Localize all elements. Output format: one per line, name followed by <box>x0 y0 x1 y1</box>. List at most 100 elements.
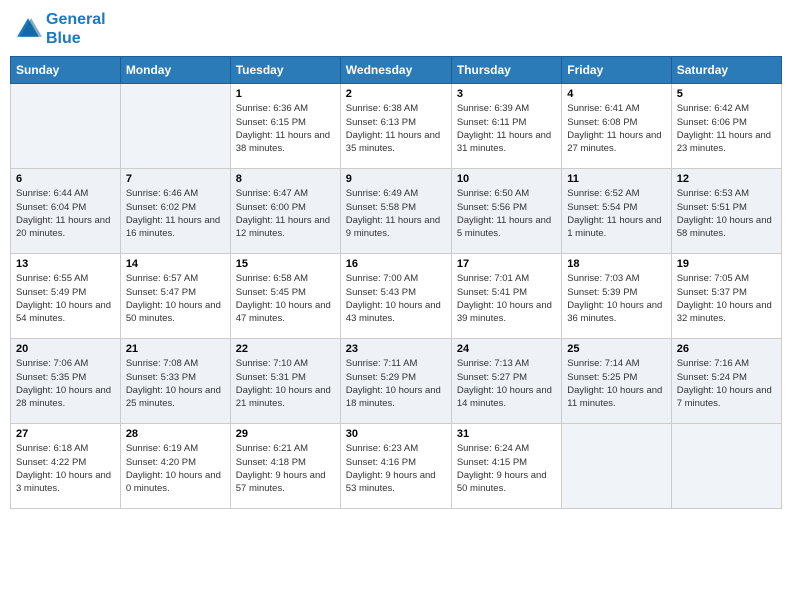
day-number: 13 <box>16 258 115 270</box>
calendar-cell: 12 Sunrise: 6:53 AM Sunset: 5:51 PM Dayli… <box>671 169 781 254</box>
calendar-week-2: 6 Sunrise: 6:44 AM Sunset: 6:04 PM Daylig… <box>11 169 782 254</box>
day-info: Sunrise: 7:13 AM Sunset: 5:27 PM Dayligh… <box>457 358 552 409</box>
day-header-friday: Friday <box>562 57 671 84</box>
day-header-saturday: Saturday <box>671 57 781 84</box>
day-header-wednesday: Wednesday <box>340 57 451 84</box>
day-number: 5 <box>677 88 776 100</box>
day-header-sunday: Sunday <box>11 57 121 84</box>
calendar-header-row: SundayMondayTuesdayWednesdayThursdayFrid… <box>11 57 782 84</box>
day-header-thursday: Thursday <box>451 57 561 84</box>
calendar-cell: 19Sunrise: 7:05 AM Sunset: 5:37 PM Dayli… <box>671 254 781 339</box>
day-number: 8 <box>236 173 335 185</box>
day-number: 22 <box>236 343 335 355</box>
logo-text-line1: General <box>46 10 106 29</box>
day-number: 20 <box>16 343 115 355</box>
day-info: Sunrise: 6:57 AM Sunset: 5:47 PM Dayligh… <box>126 273 221 324</box>
day-number: 9 <box>346 173 446 185</box>
calendar-cell: 22 Sunrise: 7:10 AM Sunset: 5:31 PM Dayli… <box>230 339 340 424</box>
day-info: Sunrise: 6:21 AM Sunset: 4:18 PM Dayligh… <box>236 443 326 494</box>
day-info: Sunrise: 7:16 AM Sunset: 5:24 PM Dayligh… <box>677 358 772 409</box>
calendar-cell: 27 Sunrise: 6:18 AM Sunset: 4:22 PM Dayli… <box>11 424 121 509</box>
day-number: 27 <box>16 428 115 440</box>
day-number: 17 <box>457 258 556 270</box>
day-number: 18 <box>567 258 665 270</box>
logo: General Blue <box>14 10 106 48</box>
day-info: Sunrise: 7:08 AM Sunset: 5:33 PM Dayligh… <box>126 358 221 409</box>
calendar-cell: 23Sunrise: 7:11 AM Sunset: 5:29 PM Dayli… <box>340 339 451 424</box>
day-info: Sunrise: 6:24 AM Sunset: 4:15 PM Dayligh… <box>457 443 547 494</box>
day-info: Sunrise: 6:55 AM Sunset: 5:49 PM Dayligh… <box>16 273 111 324</box>
calendar-cell: 29Sunrise: 6:21 AM Sunset: 4:18 PM Dayli… <box>230 424 340 509</box>
calendar-week-3: 13 Sunrise: 6:55 AM Sunset: 5:49 PM Dayli… <box>11 254 782 339</box>
day-header-tuesday: Tuesday <box>230 57 340 84</box>
day-info: Sunrise: 7:06 AM Sunset: 5:35 PM Dayligh… <box>16 358 111 409</box>
calendar-cell: 4 Sunrise: 6:41 AM Sunset: 6:08 PM Daylig… <box>562 84 671 169</box>
calendar-week-5: 27 Sunrise: 6:18 AM Sunset: 4:22 PM Dayli… <box>11 424 782 509</box>
day-info: Sunrise: 6:50 AM Sunset: 5:56 PM Dayligh… <box>457 188 551 239</box>
day-number: 1 <box>236 88 335 100</box>
logo-text-line2: Blue <box>46 29 106 48</box>
day-info: Sunrise: 6:41 AM Sunset: 6:08 PM Dayligh… <box>567 103 661 154</box>
calendar-cell: 3 Sunrise: 6:39 AM Sunset: 6:11 PM Daylig… <box>451 84 561 169</box>
day-info: Sunrise: 7:11 AM Sunset: 5:29 PM Dayligh… <box>346 358 441 409</box>
day-info: Sunrise: 6:36 AM Sunset: 6:15 PM Dayligh… <box>236 103 330 154</box>
day-number: 28 <box>126 428 225 440</box>
day-info: Sunrise: 7:10 AM Sunset: 5:31 PM Dayligh… <box>236 358 331 409</box>
day-info: Sunrise: 7:14 AM Sunset: 5:25 PM Dayligh… <box>567 358 662 409</box>
day-number: 26 <box>677 343 776 355</box>
day-info: Sunrise: 6:52 AM Sunset: 5:54 PM Dayligh… <box>567 188 661 239</box>
calendar-week-1: 1 Sunrise: 6:36 AM Sunset: 6:15 PM Daylig… <box>11 84 782 169</box>
day-number: 12 <box>677 173 776 185</box>
day-number: 25 <box>567 343 665 355</box>
day-info: Sunrise: 6:46 AM Sunset: 6:02 PM Dayligh… <box>126 188 220 239</box>
day-number: 4 <box>567 88 665 100</box>
calendar-cell: 25 Sunrise: 7:14 AM Sunset: 5:25 PM Dayli… <box>562 339 671 424</box>
day-number: 21 <box>126 343 225 355</box>
day-info: Sunrise: 7:00 AM Sunset: 5:43 PM Dayligh… <box>346 273 441 324</box>
day-number: 2 <box>346 88 446 100</box>
calendar-cell: 15 Sunrise: 6:58 AM Sunset: 5:45 PM Dayli… <box>230 254 340 339</box>
calendar-cell: 26 Sunrise: 7:16 AM Sunset: 5:24 PM Dayli… <box>671 339 781 424</box>
logo-icon <box>14 15 42 43</box>
day-number: 19 <box>677 258 776 270</box>
day-number: 3 <box>457 88 556 100</box>
calendar-cell: 20 Sunrise: 7:06 AM Sunset: 5:35 PM Dayli… <box>11 339 121 424</box>
calendar-week-4: 20 Sunrise: 7:06 AM Sunset: 5:35 PM Dayli… <box>11 339 782 424</box>
day-header-monday: Monday <box>120 57 230 84</box>
calendar-cell <box>11 84 121 169</box>
day-info: Sunrise: 6:39 AM Sunset: 6:11 PM Dayligh… <box>457 103 551 154</box>
day-number: 10 <box>457 173 556 185</box>
calendar-cell: 30 Sunrise: 6:23 AM Sunset: 4:16 PM Dayli… <box>340 424 451 509</box>
calendar-cell: 31 Sunrise: 6:24 AM Sunset: 4:15 PM Dayli… <box>451 424 561 509</box>
calendar-cell: 14 Sunrise: 6:57 AM Sunset: 5:47 PM Dayli… <box>120 254 230 339</box>
day-info: Sunrise: 6:42 AM Sunset: 6:06 PM Dayligh… <box>677 103 771 154</box>
calendar-cell: 1 Sunrise: 6:36 AM Sunset: 6:15 PM Daylig… <box>230 84 340 169</box>
calendar-cell: 5 Sunrise: 6:42 AM Sunset: 6:06 PM Daylig… <box>671 84 781 169</box>
calendar-cell: 24Sunrise: 7:13 AM Sunset: 5:27 PM Dayli… <box>451 339 561 424</box>
day-info: Sunrise: 6:19 AM Sunset: 4:20 PM Dayligh… <box>126 443 221 494</box>
day-info: Sunrise: 6:53 AM Sunset: 5:51 PM Dayligh… <box>677 188 772 239</box>
calendar-cell: 7 Sunrise: 6:46 AM Sunset: 6:02 PM Daylig… <box>120 169 230 254</box>
day-info: Sunrise: 6:23 AM Sunset: 4:16 PM Dayligh… <box>346 443 436 494</box>
calendar-cell: 16 Sunrise: 7:00 AM Sunset: 5:43 PM Dayli… <box>340 254 451 339</box>
logo-general: General <box>46 11 106 28</box>
day-info: Sunrise: 6:58 AM Sunset: 5:45 PM Dayligh… <box>236 273 331 324</box>
calendar-cell: 2 Sunrise: 6:38 AM Sunset: 6:13 PM Daylig… <box>340 84 451 169</box>
day-info: Sunrise: 7:01 AM Sunset: 5:41 PM Dayligh… <box>457 273 552 324</box>
calendar-cell: 21 Sunrise: 7:08 AM Sunset: 5:33 PM Dayli… <box>120 339 230 424</box>
calendar-cell <box>671 424 781 509</box>
calendar-cell: 6 Sunrise: 6:44 AM Sunset: 6:04 PM Daylig… <box>11 169 121 254</box>
day-number: 7 <box>126 173 225 185</box>
day-info: Sunrise: 6:44 AM Sunset: 6:04 PM Dayligh… <box>16 188 110 239</box>
day-number: 14 <box>126 258 225 270</box>
calendar-cell <box>562 424 671 509</box>
day-number: 6 <box>16 173 115 185</box>
calendar-cell <box>120 84 230 169</box>
day-number: 31 <box>457 428 556 440</box>
day-number: 16 <box>346 258 446 270</box>
day-number: 30 <box>346 428 446 440</box>
day-number: 15 <box>236 258 335 270</box>
day-info: Sunrise: 6:38 AM Sunset: 6:13 PM Dayligh… <box>346 103 440 154</box>
day-info: Sunrise: 6:49 AM Sunset: 5:58 PM Dayligh… <box>346 188 440 239</box>
day-info: Sunrise: 6:18 AM Sunset: 4:22 PM Dayligh… <box>16 443 111 494</box>
